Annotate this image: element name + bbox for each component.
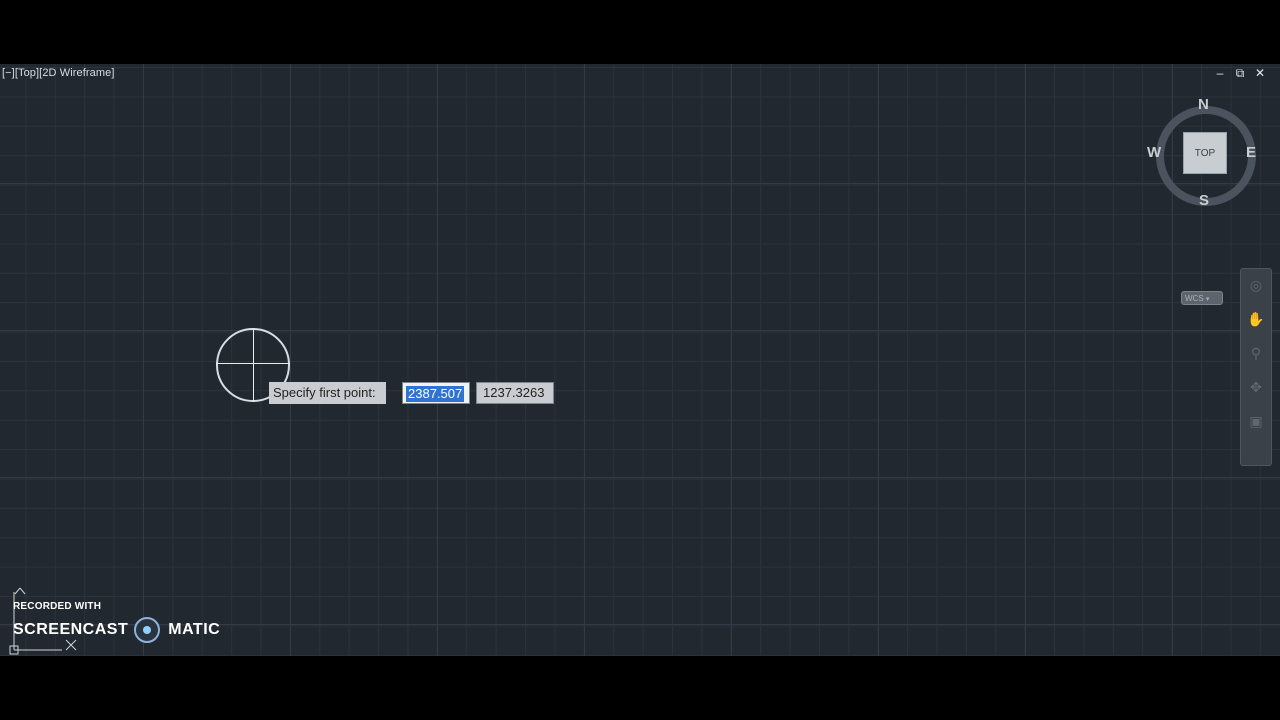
watermark-brand-left: SCREENCAST bbox=[13, 621, 129, 638]
watermark-brand: SCREENCAST MATIC bbox=[13, 617, 220, 643]
x-coordinate-value: 2387.507 bbox=[406, 386, 465, 402]
close-icon[interactable]: ✕ bbox=[1254, 66, 1266, 81]
zoom-icon[interactable]: ⚲ bbox=[1246, 343, 1266, 363]
ucs-menu-label: WCS bbox=[1185, 294, 1204, 303]
x-coordinate-input[interactable]: 2387.507 bbox=[402, 382, 470, 404]
ucs-menu-button[interactable]: WCS ▾ bbox=[1181, 291, 1223, 305]
orbit-icon[interactable]: ✥ bbox=[1246, 377, 1266, 397]
minimize-icon[interactable]: – bbox=[1214, 66, 1226, 81]
viewport-controls-label[interactable]: [−][Top][2D Wireframe] bbox=[2, 67, 115, 79]
recording-watermark: RECORDED WITH SCREENCAST MATIC bbox=[13, 601, 220, 643]
viewport-window-controls: – ⧉ ✕ bbox=[1214, 66, 1266, 81]
command-prompt-tooltip: Specify first point: bbox=[269, 382, 386, 404]
chevron-down-icon: ▾ bbox=[1205, 296, 1210, 303]
navigation-bar: ◎ ✋ ⚲ ✥ ▣ bbox=[1240, 268, 1272, 466]
compass-east[interactable]: E bbox=[1246, 144, 1256, 161]
compass-west[interactable]: W bbox=[1147, 144, 1161, 161]
pan-hand-icon[interactable]: ✋ bbox=[1246, 309, 1266, 329]
watermark-brand-right: MATIC bbox=[168, 621, 221, 638]
restore-icon[interactable]: ⧉ bbox=[1234, 66, 1246, 81]
y-coordinate-input[interactable]: 1237.3263 bbox=[476, 382, 554, 404]
viewcube[interactable]: N S E W TOP bbox=[1146, 96, 1262, 212]
compass-south[interactable]: S bbox=[1199, 192, 1209, 209]
crosshair-vertical bbox=[253, 328, 254, 402]
viewcube-top-face[interactable]: TOP bbox=[1183, 132, 1227, 174]
grid bbox=[0, 64, 1280, 656]
watermark-caption: RECORDED WITH bbox=[13, 601, 102, 612]
screencast-logo-icon bbox=[134, 617, 161, 643]
drawing-canvas[interactable]: [−][Top][2D Wireframe] – ⧉ ✕ N S E W TOP… bbox=[0, 64, 1280, 656]
showmotion-icon[interactable]: ▣ bbox=[1246, 411, 1266, 431]
steering-wheel-icon[interactable]: ◎ bbox=[1246, 275, 1266, 295]
compass-north[interactable]: N bbox=[1198, 96, 1209, 113]
